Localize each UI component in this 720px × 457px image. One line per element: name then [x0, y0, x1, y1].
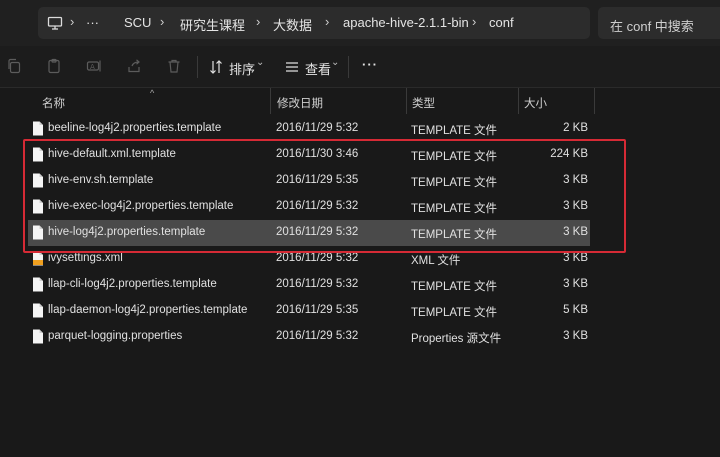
file-size: 3 KB [563, 278, 588, 290]
breadcrumb-item[interactable]: SCU [124, 15, 151, 30]
breadcrumb-item[interactable]: 研究生课程 [180, 15, 245, 34]
column-header-row: ^ 名称 修改日期 类型 大小 [0, 88, 720, 114]
sort-button[interactable]: 排序 ⌄ [208, 57, 264, 77]
file-name: beeline-log4j2.properties.template [48, 122, 222, 134]
chevron-down-icon: ⌄ [256, 57, 265, 68]
search-box[interactable]: 在 conf 中搜索 [598, 7, 720, 39]
toolbar-divider [348, 56, 349, 78]
file-row[interactable]: parquet-logging.properties 2016/11/29 5:… [28, 324, 590, 350]
column-header-date[interactable]: 修改日期 [277, 95, 323, 111]
view-icon [286, 62, 298, 72]
file-type: XML 文件 [411, 255, 461, 267]
file-type: TEMPLATE 文件 [411, 203, 498, 215]
chevron-right-icon[interactable]: › [325, 14, 329, 29]
file-size: 224 KB [550, 148, 588, 160]
file-name: hive-default.xml.template [48, 148, 176, 160]
file-type: TEMPLATE 文件 [411, 125, 498, 137]
column-header-type[interactable]: 类型 [412, 95, 435, 111]
chevron-down-icon: ⌄ [331, 57, 340, 68]
file-row[interactable]: hive-default.xml.template 2016/11/30 3:4… [28, 142, 590, 168]
file-type: TEMPLATE 文件 [411, 177, 498, 189]
paste-icon[interactable] [46, 58, 62, 74]
file-size: 3 KB [563, 252, 588, 264]
breadcrumb-more[interactable]: ··· [86, 15, 99, 30]
svg-text:A: A [90, 63, 95, 71]
file-type: TEMPLATE 文件 [411, 229, 498, 241]
command-bar: A 排序 ⌄ 查看 ⌄ ··· [0, 46, 720, 88]
file-size: 3 KB [563, 330, 588, 342]
chevron-right-icon[interactable]: › [160, 14, 164, 29]
file-name: hive-log4j2.properties.template [48, 226, 206, 238]
file-row[interactable]: beeline-log4j2.properties.template 2016/… [28, 116, 590, 142]
column-header-name[interactable]: 名称 [42, 95, 65, 111]
file-name: hive-exec-log4j2.properties.template [48, 200, 234, 212]
document-icon [33, 199, 43, 214]
sort-label: 排序 [229, 62, 256, 77]
copy-icon[interactable] [6, 58, 22, 74]
file-row[interactable]: llap-cli-log4j2.properties.template 2016… [28, 272, 590, 298]
file-name: llap-cli-log4j2.properties.template [48, 278, 217, 290]
file-size: 3 KB [563, 200, 588, 212]
file-size: 3 KB [563, 174, 588, 186]
column-header-size[interactable]: 大小 [524, 95, 547, 111]
file-name: ivysettings.xml [48, 252, 123, 264]
file-size: 3 KB [563, 226, 588, 238]
file-type: TEMPLATE 文件 [411, 151, 498, 163]
xml-document-icon [33, 251, 43, 266]
file-type: TEMPLATE 文件 [411, 281, 498, 293]
toolbar-divider [197, 56, 198, 78]
column-divider[interactable] [406, 88, 407, 114]
file-type: TEMPLATE 文件 [411, 307, 498, 319]
address-area: › ··· SCU › 研究生课程 › 大数据 › apache-hive-2.… [0, 0, 720, 46]
file-row[interactable]: ivysettings.xml 2016/11/29 5:32 XML 文件 3… [28, 246, 590, 272]
file-size: 2 KB [563, 122, 588, 134]
column-divider[interactable] [594, 88, 595, 114]
column-divider[interactable] [518, 88, 519, 114]
document-icon [33, 173, 43, 188]
file-date: 2016/11/29 5:32 [276, 226, 359, 238]
rename-icon[interactable]: A [86, 58, 102, 74]
view-button[interactable]: 查看 ⌄ [284, 57, 340, 77]
chevron-right-icon[interactable]: › [472, 14, 476, 29]
document-icon [33, 121, 43, 136]
breadcrumb-item[interactable]: 大数据 [273, 15, 312, 34]
file-name: parquet-logging.properties [48, 330, 183, 342]
search-placeholder[interactable]: 在 conf 中搜索 [610, 16, 694, 35]
file-date: 2016/11/29 5:32 [276, 200, 359, 212]
delete-icon[interactable] [166, 58, 182, 74]
file-type: Properties 源文件 [411, 333, 502, 345]
file-date: 2016/11/29 5:32 [276, 330, 359, 342]
breadcrumb-item[interactable]: apache-hive-2.1.1-bin [343, 15, 469, 30]
computer-icon[interactable] [47, 15, 63, 31]
document-icon [33, 303, 43, 318]
file-row[interactable]: hive-env.sh.template 2016/11/29 5:35 TEM… [28, 168, 590, 194]
file-date: 2016/11/30 3:46 [276, 148, 359, 160]
file-date: 2016/11/29 5:35 [276, 174, 359, 186]
file-date: 2016/11/29 5:32 [276, 122, 359, 134]
document-icon [33, 225, 43, 240]
address-bar[interactable]: › ··· SCU › 研究生课程 › 大数据 › apache-hive-2.… [38, 7, 590, 39]
file-date: 2016/11/29 5:32 [276, 278, 359, 290]
document-icon [33, 147, 43, 162]
sort-ascending-icon: ^ [150, 88, 155, 98]
sort-icon [210, 60, 222, 74]
chevron-right-icon[interactable]: › [256, 14, 260, 29]
chevron-right-icon: › [70, 14, 75, 29]
breadcrumb-item[interactable]: conf [489, 15, 514, 30]
file-row-selected[interactable]: hive-log4j2.properties.template 2016/11/… [28, 220, 590, 246]
file-row[interactable]: llap-daemon-log4j2.properties.template 2… [28, 298, 590, 324]
file-date: 2016/11/29 5:35 [276, 304, 359, 316]
file-date: 2016/11/29 5:32 [276, 252, 359, 264]
document-icon [33, 329, 43, 344]
file-size: 5 KB [563, 304, 588, 316]
more-options-button[interactable]: ··· [362, 57, 378, 77]
file-name: llap-daemon-log4j2.properties.template [48, 304, 248, 316]
column-divider[interactable] [270, 88, 271, 114]
view-label: 查看 [305, 62, 332, 77]
share-icon[interactable] [126, 58, 142, 74]
file-name: hive-env.sh.template [48, 174, 154, 186]
document-icon [33, 277, 43, 292]
file-row[interactable]: hive-exec-log4j2.properties.template 201… [28, 194, 590, 220]
